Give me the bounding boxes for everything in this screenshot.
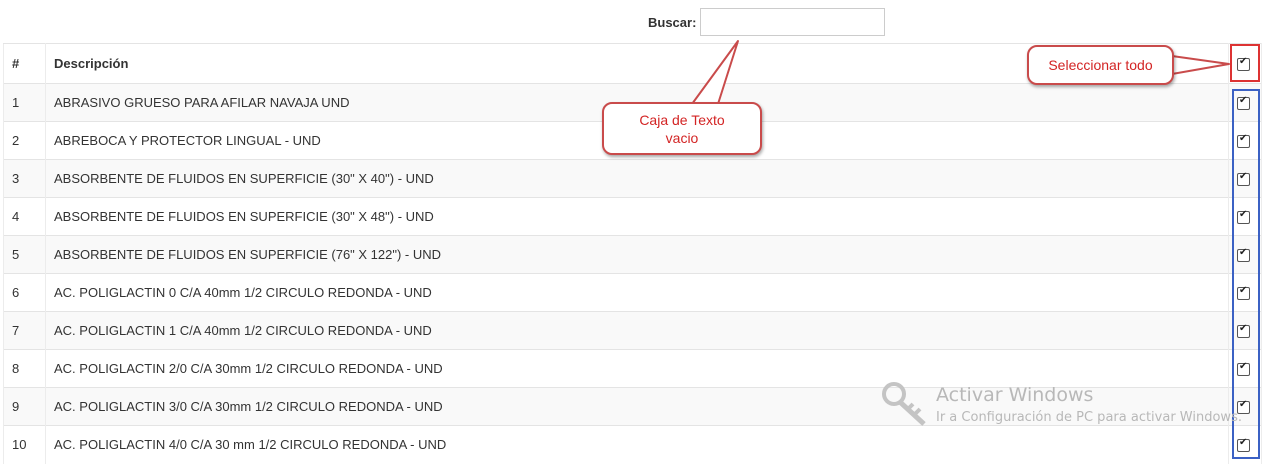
row-number: 3 <box>3 159 46 198</box>
select-all-highlight <box>1230 44 1260 82</box>
watermark-title: Activar Windows <box>936 384 1094 406</box>
row-description: ABSORBENTE DE FLUIDOS EN SUPERFICIE (76"… <box>45 235 1229 274</box>
empty-textbox-callout-line2: vacio <box>665 130 699 146</box>
table-row: 10 AC. POLIGLACTIN 4/0 C/A 30 mm 1/2 CIRC… <box>3 425 1262 464</box>
row-description: AC. POLIGLACTIN 0 C/A 40mm 1/2 CIRCULO R… <box>45 273 1229 312</box>
row-number: 1 <box>3 83 46 122</box>
row-description: AC. POLIGLACTIN 1 C/A 40mm 1/2 CIRCULO R… <box>45 311 1229 350</box>
select-all-callout-text: Seleccionar todo <box>1048 57 1153 73</box>
empty-textbox-callout-line1: Caja de Texto <box>639 112 725 128</box>
row-number: 2 <box>3 121 46 160</box>
row-number: 9 <box>3 387 46 426</box>
row-number: 4 <box>3 197 46 236</box>
select-all-callout: Seleccionar todo <box>1027 45 1174 85</box>
table-row: 3 ABSORBENTE DE FLUIDOS EN SUPERFICIE (30… <box>3 159 1262 198</box>
row-number: 7 <box>3 311 46 350</box>
row-description: ABSORBENTE DE FLUIDOS EN SUPERFICIE (30"… <box>45 159 1229 198</box>
search-input[interactable] <box>700 8 885 36</box>
table-row: 6 AC. POLIGLACTIN 0 C/A 40mm 1/2 CIRCULO … <box>3 273 1262 312</box>
table-row: 7 AC. POLIGLACTIN 1 C/A 40mm 1/2 CIRCULO … <box>3 311 1262 350</box>
watermark-subtitle: Ir a Configuración de PC para activar Wi… <box>936 410 1242 425</box>
search-label: Buscar: <box>648 15 697 30</box>
row-description: AC. POLIGLACTIN 2/0 C/A 30mm 1/2 CIRCULO… <box>45 349 1229 388</box>
table-row: 8 AC. POLIGLACTIN 2/0 C/A 30mm 1/2 CIRCUL… <box>3 349 1262 388</box>
table-row: 4 ABSORBENTE DE FLUIDOS EN SUPERFICIE (30… <box>3 197 1262 236</box>
key-icon <box>882 382 926 426</box>
row-number: 10 <box>3 425 46 464</box>
column-header-number: # <box>3 43 46 84</box>
row-number: 5 <box>3 235 46 274</box>
row-description: AC. POLIGLACTIN 4/0 C/A 30 mm 1/2 CIRCUL… <box>45 425 1229 464</box>
table-row: 5 ABSORBENTE DE FLUIDOS EN SUPERFICIE (76… <box>3 235 1262 274</box>
row-number: 8 <box>3 349 46 388</box>
search-row: Buscar: <box>0 8 1267 38</box>
row-number: 6 <box>3 273 46 312</box>
row-checkboxes-highlight <box>1232 89 1260 459</box>
empty-textbox-callout: Caja de Texto vacio <box>602 102 762 155</box>
row-description: ABSORBENTE DE FLUIDOS EN SUPERFICIE (30"… <box>45 197 1229 236</box>
